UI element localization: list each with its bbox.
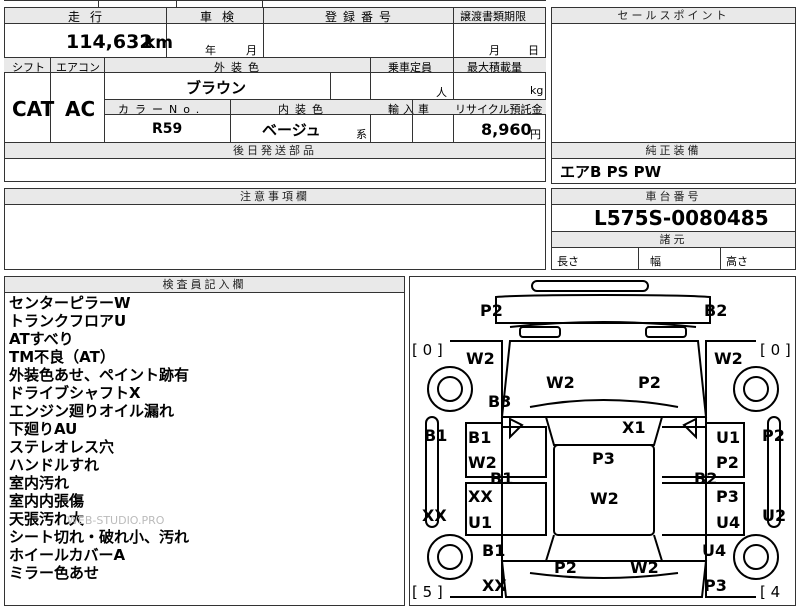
remark-item: センターピラーW <box>9 294 131 312</box>
height-label: 高さ <box>726 255 748 268</box>
mark-b3: B3 <box>488 392 512 411</box>
remark-item: 下廻りAU <box>9 420 78 438</box>
inspector-label: 検査員記入欄 <box>162 278 247 291</box>
chassis-label: 車台番号 <box>645 190 702 203</box>
inspection-label: 車検 <box>200 10 245 24</box>
notes-section: 注意事項欄 <box>4 188 546 270</box>
recycle-value: 8,960 <box>481 120 532 139</box>
mark-right-outer-p2: P2 <box>762 426 785 445</box>
exterior-color-label: 外装色 <box>214 61 265 74</box>
mark-rear-w2: W2 <box>630 558 659 577</box>
mark-front-left-w2: W2 <box>466 349 495 368</box>
remark-item: ドライブシャフトX <box>9 384 141 402</box>
mark-right-outer-u2: U2 <box>762 506 787 525</box>
inspection-year-unit: 年 <box>205 44 216 57</box>
later-parts-section: 後日発送部品 <box>4 142 546 182</box>
mark-right-p2: P2 <box>716 453 739 472</box>
mark-right-p3: P3 <box>716 487 739 506</box>
remark-item: 外装色あせ、ペイント跡有 <box>9 366 190 384</box>
remark-item: シート切れ・破れ小、汚れ <box>9 528 190 546</box>
mark-left-b1-low: B1 <box>490 469 514 488</box>
remark-item: ミラー色あせ <box>9 564 100 582</box>
import-label: 輸入車 <box>388 103 433 116</box>
equipment-value: エアB PS PW <box>560 163 662 181</box>
aircon-label: エアコン <box>56 61 100 74</box>
remark-item: ホイールカバーA <box>9 546 126 564</box>
mark-rear-p2: P2 <box>554 558 577 577</box>
mark-left-outer-xx: XX <box>422 506 447 525</box>
sales-point-section: セールスポイント 純正装備 エアB PS PW <box>551 7 796 184</box>
dimensions-label: 諸元 <box>659 233 688 246</box>
capacity-unit: 人 <box>436 86 447 99</box>
remark-item: ATすべり <box>9 330 74 348</box>
recycle-unit: 円 <box>530 128 541 141</box>
registration-label: 登録番号 <box>325 10 398 24</box>
mark-right-u4: U4 <box>716 513 741 532</box>
mark-top-left-p2: P2 <box>480 301 503 320</box>
inspector-section: 検査員記入欄 センターピラーW トランクフロアU ATすべり TM不良（AT） 外装色あ… <box>4 276 405 606</box>
shift-value: CAT <box>12 97 55 121</box>
mark-top-right-b2: B2 <box>704 301 728 320</box>
bracket-top-right: [ 0 ] <box>760 341 791 359</box>
inspection-month-unit: 月 <box>246 44 257 57</box>
recycle-label: リサイクル預託金 <box>455 103 543 116</box>
mark-left-xx: XX <box>468 487 493 506</box>
mark-front-right-w2: W2 <box>714 349 743 368</box>
mark-hood-w2: W2 <box>546 373 575 392</box>
exterior-color-value: ブラウン <box>186 79 247 97</box>
interior-color-label: 内装色 <box>278 103 329 116</box>
interior-color-value: ベージュ <box>262 121 321 139</box>
mark-left-u1: U1 <box>468 513 493 532</box>
mark-left-b1: B1 <box>468 428 492 447</box>
chassis-section: 車台番号 L575S-0080485 諸元 長さ 幅 高さ <box>551 188 796 270</box>
length-label: 長さ <box>557 255 579 268</box>
mark-left-outer-b1: B1 <box>424 426 448 445</box>
mark-roof-w2: W2 <box>590 489 619 508</box>
mark-roof-p3: P3 <box>592 449 615 468</box>
remark-item: 室内汚れ <box>9 474 70 492</box>
max-load-unit: kg <box>530 84 544 97</box>
remark-item: エンジン廻りオイル漏れ <box>9 402 175 420</box>
color-no-label: カラーNo. <box>118 103 206 116</box>
equipment-label: 純正装備 <box>645 144 702 157</box>
mark-right-u1: U1 <box>716 428 741 447</box>
mark-rear-right-p3: P3 <box>704 576 727 595</box>
notes-label: 注意事項欄 <box>240 190 310 203</box>
remark-item: ハンドルすれ <box>9 456 100 474</box>
mark-rear-right-u4: U4 <box>702 541 727 560</box>
shift-label: シフト <box>12 61 45 74</box>
interior-color-suffix: 系 <box>356 128 367 141</box>
chassis-value: L575S-0080485 <box>594 206 769 230</box>
remark-item: 室内内張傷 <box>9 492 85 510</box>
aircon-value: AC <box>65 97 96 121</box>
remark-item: ステレオレス穴 <box>9 438 115 456</box>
transfer-deadline-label: 譲渡書類期限 <box>460 10 526 23</box>
transfer-day-unit: 日 <box>528 44 539 57</box>
max-load-label: 最大積載量 <box>467 61 522 74</box>
damage-diagram: P2 B2 [ 0 ] [ 0 ] W2 W2 W2 P2 B3 X1 B1 B… <box>409 276 796 606</box>
remark-item: TM不良（AT） <box>9 348 115 366</box>
transfer-month-unit: 月 <box>489 44 500 57</box>
bracket-bottom-left: [ 5 ] <box>412 583 443 601</box>
mark-rear-left-b1: B1 <box>482 541 506 560</box>
mark-rear-left-xx: XX <box>482 576 507 595</box>
color-no-value: R59 <box>152 121 183 137</box>
mileage-unit: km <box>144 33 174 53</box>
top-border-strip <box>4 0 546 1</box>
remarks-list: センターピラーW トランクフロアU ATすべり TM不良（AT） 外装色あせ、ペイント跡… <box>9 294 189 582</box>
watermark: WEB-STUDIO.PRO <box>67 514 165 527</box>
mileage-label: 走行 <box>68 10 113 24</box>
mark-hood-p2: P2 <box>638 373 661 392</box>
mark-x1: X1 <box>622 418 646 437</box>
remark-item: トランクフロアU <box>9 312 127 330</box>
sales-point-label: セールスポイント <box>617 9 730 22</box>
mileage-value: 114,632 <box>66 31 153 53</box>
bracket-top-left: [ 0 ] <box>412 341 443 359</box>
later-parts-label: 後日発送部品 <box>233 144 317 157</box>
mark-right-b2: B2 <box>694 469 718 488</box>
width-label: 幅 <box>650 255 661 268</box>
bracket-bottom-right: [ 4 <box>760 583 781 601</box>
capacity-label: 乗車定員 <box>388 61 432 74</box>
